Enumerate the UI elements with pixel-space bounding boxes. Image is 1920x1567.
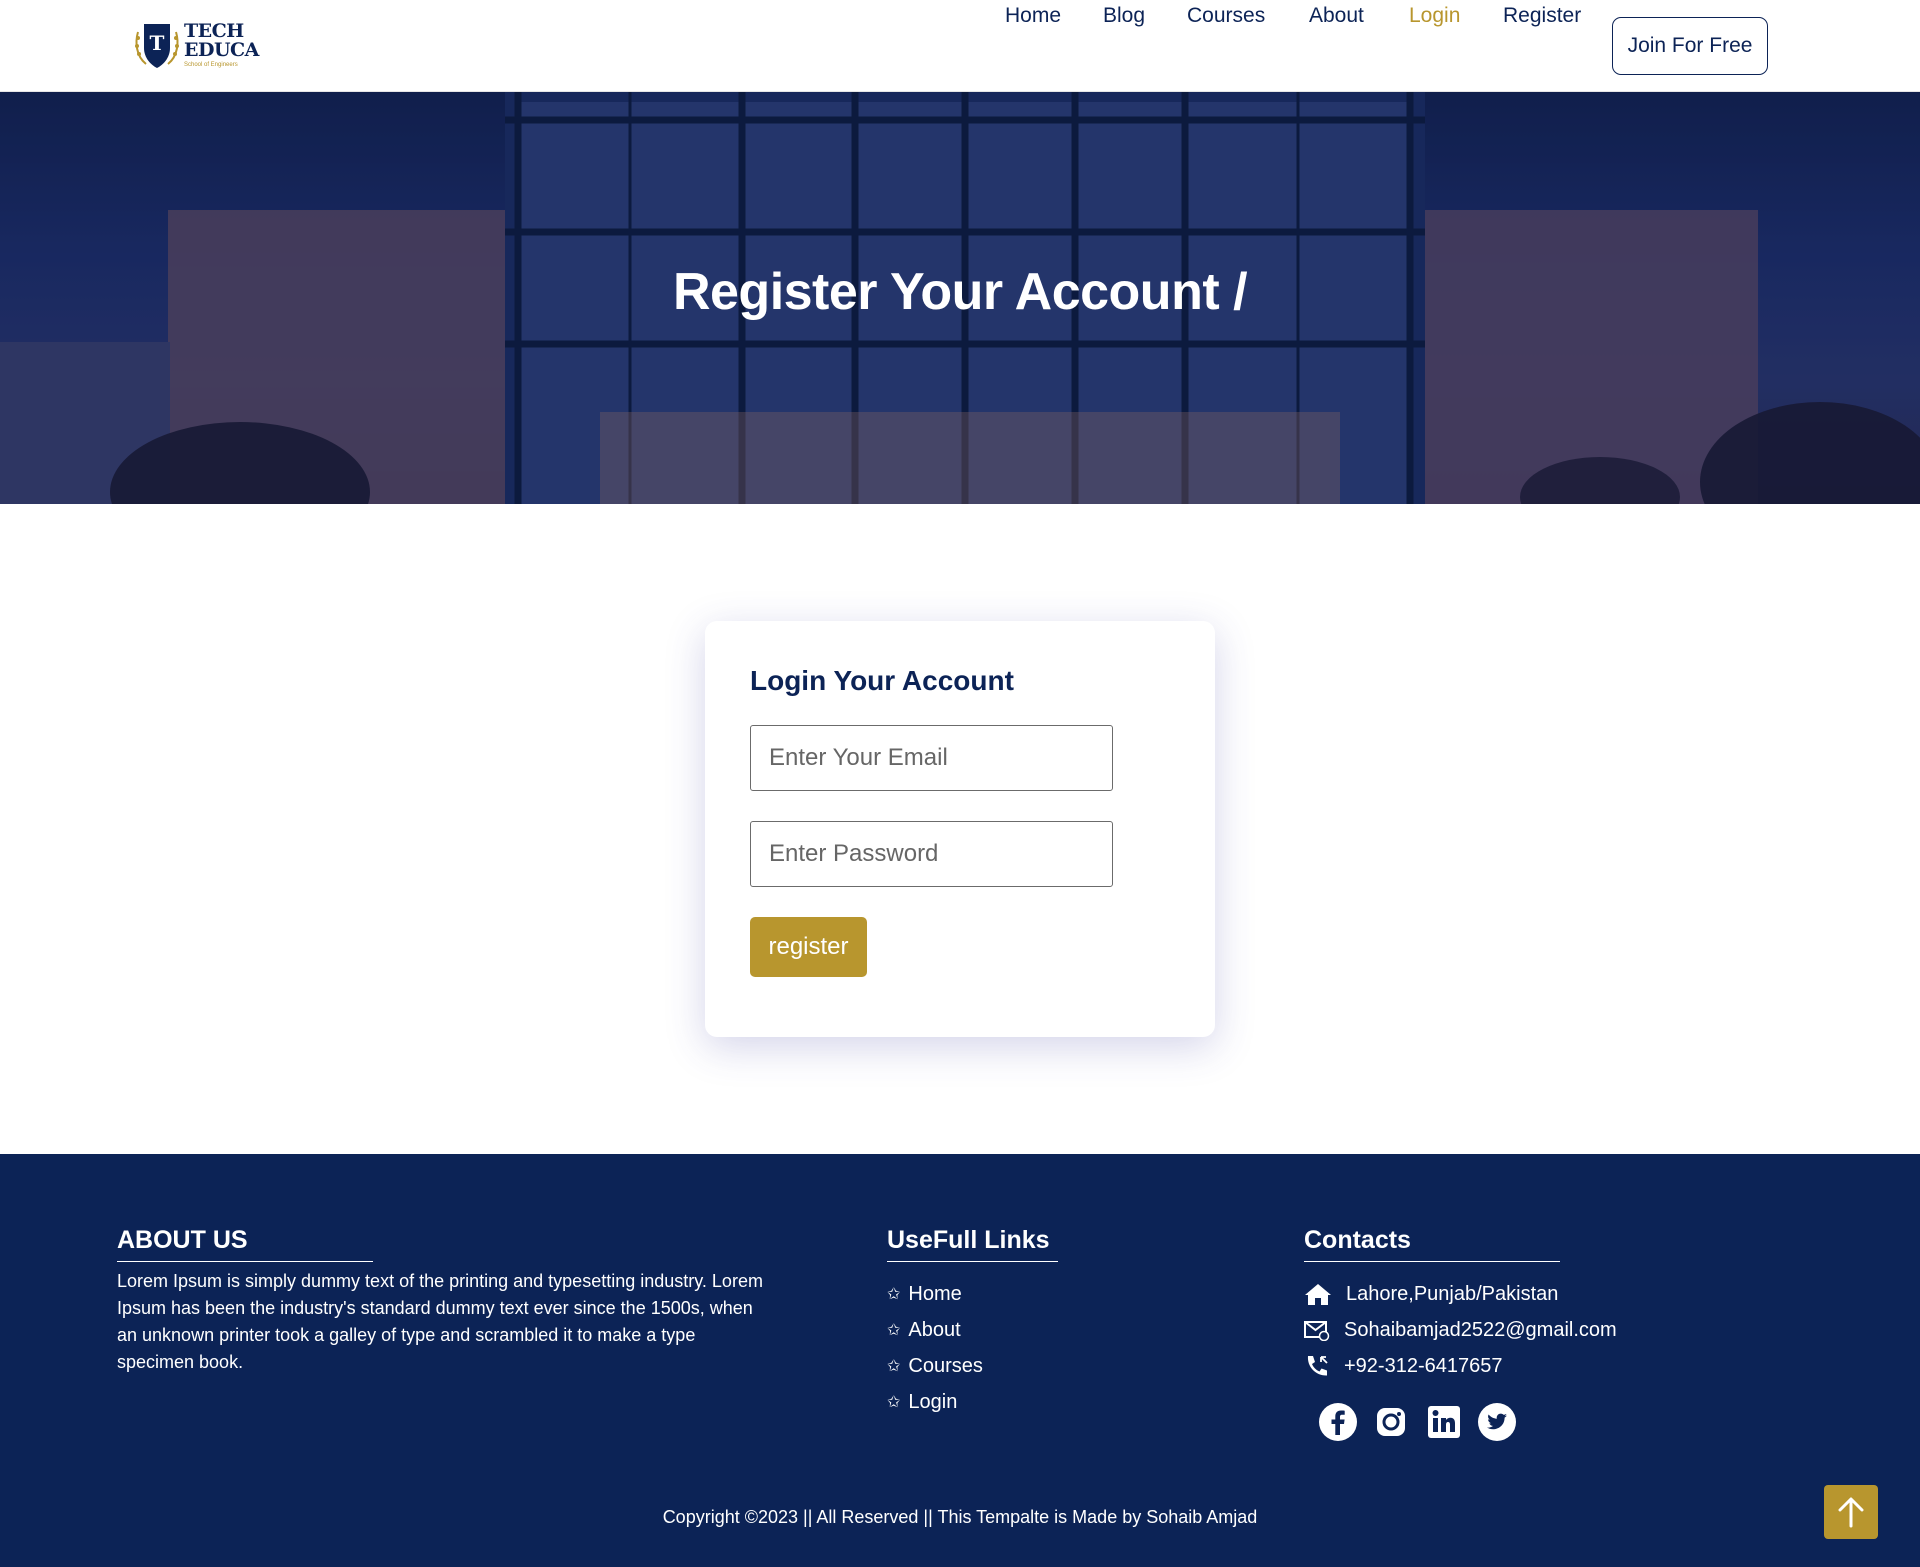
star-icon: ✩	[887, 1358, 901, 1375]
nav-home[interactable]: Home	[1005, 4, 1061, 28]
login-card: Login Your Account register	[705, 621, 1215, 1037]
social-links	[1318, 1402, 1530, 1442]
linkedin-icon[interactable]	[1424, 1402, 1464, 1442]
logo-wordmark: TECH EDUCA School of Engineers	[184, 22, 259, 69]
footer-link-label: About	[908, 1318, 961, 1341]
contact-phone[interactable]: +92-312-6417657	[1304, 1348, 1617, 1384]
footer-link-label: Courses	[908, 1354, 983, 1377]
star-icon: ✩	[887, 1322, 901, 1339]
footer-link-label: Login	[908, 1390, 958, 1413]
nav-blog[interactable]: Blog	[1103, 4, 1145, 28]
email-field[interactable]	[750, 725, 1113, 791]
about-heading: ABOUT US	[117, 1226, 373, 1262]
join-for-free-button[interactable]: Join For Free	[1612, 17, 1768, 75]
about-text: Lorem Ipsum is simply dummy text of the …	[117, 1271, 763, 1372]
star-icon: ✩	[887, 1394, 901, 1411]
footer-link-label: Home	[908, 1282, 962, 1305]
nav-login[interactable]: Login	[1409, 4, 1460, 28]
footer-links: ✩ Home ✩ About ✩ Courses ✩ Login	[887, 1276, 983, 1420]
register-button[interactable]: register	[750, 917, 867, 977]
contacts-heading: Contacts	[1304, 1226, 1560, 1262]
password-field[interactable]	[750, 821, 1113, 887]
contact-list: Lahore,Punjab/Pakistan Sohaibamjad2522@g…	[1304, 1276, 1617, 1384]
contact-phone-text: +92-312-6417657	[1344, 1354, 1503, 1377]
scroll-to-top-button[interactable]	[1824, 1485, 1878, 1539]
footer-link-login[interactable]: ✩ Login	[887, 1384, 983, 1420]
contact-address-text: Lahore,Punjab/Pakistan	[1346, 1282, 1559, 1305]
contact-address: Lahore,Punjab/Pakistan	[1304, 1276, 1617, 1312]
site-logo[interactable]: T TECH EDUCA School of Engineers	[132, 17, 278, 73]
copyright-text: Copyright ©2023 || All Reserved || This …	[662, 1507, 1258, 1527]
nav-courses[interactable]: Courses	[1187, 4, 1265, 28]
phone-icon	[1307, 1356, 1328, 1376]
hero-banner: Register Your Account /	[0, 92, 1920, 504]
footer-link-courses[interactable]: ✩ Courses	[887, 1348, 983, 1384]
logo-name-line2: EDUCA	[184, 39, 259, 61]
facebook-icon[interactable]	[1318, 1402, 1358, 1442]
site-footer: ABOUT US Lorem Ipsum is simply dummy tex…	[0, 1154, 1920, 1567]
contact-email[interactable]: Sohaibamjad2522@gmail.com	[1304, 1312, 1617, 1348]
mail-icon	[1304, 1321, 1330, 1341]
instagram-icon[interactable]	[1371, 1402, 1411, 1442]
nav-register[interactable]: Register	[1503, 4, 1581, 28]
login-card-title: Login Your Account	[750, 665, 1014, 696]
arrow-up-icon	[1838, 1497, 1864, 1528]
links-heading: UseFull Links	[887, 1226, 1058, 1262]
nav-about[interactable]: About	[1309, 4, 1364, 28]
shield-logo-icon: T	[135, 24, 179, 68]
contact-email-text: Sohaibamjad2522@gmail.com	[1344, 1318, 1617, 1341]
footer-link-home[interactable]: ✩ Home	[887, 1276, 983, 1312]
home-icon	[1305, 1284, 1331, 1305]
page-title: Register Your Account /	[672, 263, 1248, 321]
footer-link-about[interactable]: ✩ About	[887, 1312, 983, 1348]
twitter-icon[interactable]	[1477, 1402, 1517, 1442]
logo-monogram: T	[150, 31, 165, 55]
logo-tagline: School of Engineers	[184, 62, 238, 68]
navbar: T TECH EDUCA School of Engineers Home Bl…	[0, 0, 1920, 92]
star-icon: ✩	[887, 1286, 901, 1303]
